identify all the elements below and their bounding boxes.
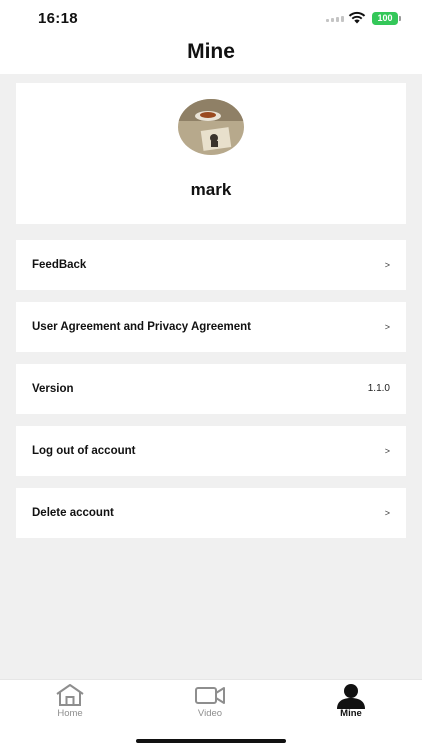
chevron-right-icon: > <box>384 260 390 270</box>
status-time: 16:18 <box>38 10 78 27</box>
status-bar: 16:18 100 <box>0 0 422 36</box>
agreement-row[interactable]: User Agreement and Privacy Agreement > <box>16 302 406 352</box>
chevron-right-icon: > <box>384 446 390 456</box>
row-label: Log out of account <box>32 445 136 457</box>
tab-label: Video <box>197 708 223 719</box>
tab-label: Mine <box>340 708 362 719</box>
chevron-right-icon: > <box>384 508 390 518</box>
row-label: Version <box>32 383 74 395</box>
video-camera-icon <box>195 687 225 704</box>
battery-tip <box>399 16 401 21</box>
wifi-icon <box>348 11 366 24</box>
tab-mine[interactable]: Mine <box>311 683 391 725</box>
home-icon <box>56 684 84 706</box>
logout-row[interactable]: Log out of account > <box>16 426 406 476</box>
avatar[interactable] <box>178 99 244 155</box>
person-icon <box>337 684 365 709</box>
cellular-signal-icon <box>326 14 344 22</box>
feedback-row[interactable]: FeedBack > <box>16 240 406 290</box>
row-label: Delete account <box>32 507 114 519</box>
row-label: FeedBack <box>32 259 87 271</box>
tab-home[interactable]: Home <box>30 683 110 725</box>
version-row: Version 1.1.0 <box>16 364 406 414</box>
row-label: User Agreement and Privacy Agreement <box>32 321 252 333</box>
avatar-photo <box>178 99 244 155</box>
page-title: Mine <box>187 40 235 63</box>
battery-icon: 100 <box>372 12 398 25</box>
version-value: 1.1.0 <box>367 383 390 394</box>
profile-card: mark <box>16 83 406 224</box>
home-indicator <box>136 739 286 743</box>
tab-video[interactable]: Video <box>170 683 250 725</box>
tab-label: Home <box>57 708 83 719</box>
chevron-right-icon: > <box>384 322 390 332</box>
delete-account-row[interactable]: Delete account > <box>16 488 406 538</box>
username: mark <box>190 180 232 199</box>
nav-bar: Mine <box>0 36 422 74</box>
